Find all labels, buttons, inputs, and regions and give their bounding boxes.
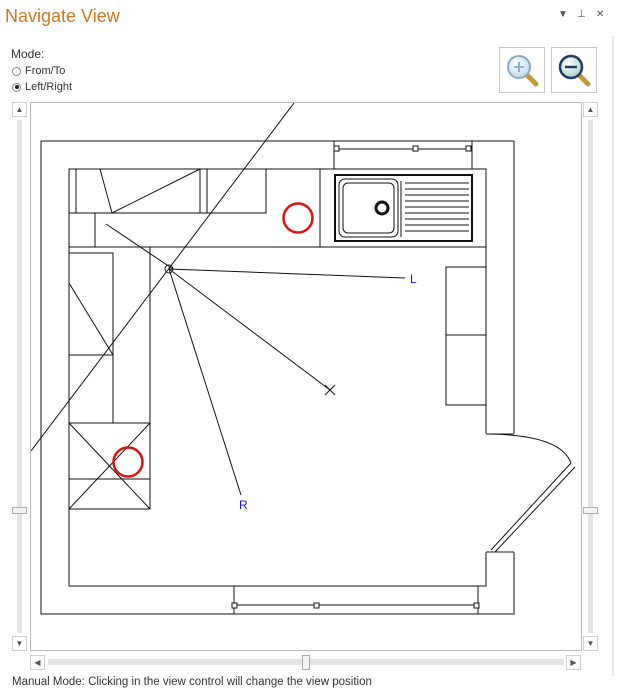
scroll-up-arrow[interactable]: ▲ [12, 102, 27, 117]
scroll-thumb[interactable] [302, 655, 310, 670]
marker-circle [112, 446, 144, 478]
label-right: R [239, 498, 248, 512]
zoom-out-button[interactable] [551, 47, 597, 93]
label-left: L [410, 272, 417, 286]
zoom-out-icon [558, 54, 591, 87]
counter-left [68, 246, 151, 480]
mode-option-left-right[interactable]: Left/Right [12, 81, 72, 93]
close-icon[interactable]: ✕ [596, 9, 604, 20]
inner-wall [68, 168, 487, 587]
mode-label: Mode: [11, 47, 45, 61]
window-top [333, 140, 473, 170]
mode-option-from-to[interactable]: From/To [12, 65, 65, 77]
zoom-in-button[interactable] [499, 47, 545, 93]
scroll-up-arrow[interactable]: ▲ [583, 102, 598, 117]
pin-icon[interactable]: ⊥ [577, 9, 586, 20]
dropdown-icon[interactable]: ▼ [558, 9, 568, 20]
sink-cabinet [319, 168, 487, 248]
mode-option-label: From/To [25, 65, 66, 77]
title-bar: Navigate View ▼ ⊥ ✕ [0, 0, 617, 36]
window-title: Navigate View [5, 6, 120, 26]
panel-border [612, 36, 614, 676]
scroll-right-arrow[interactable]: ▶ [566, 655, 581, 670]
status-text: Manual Mode: Clicking in the view contro… [12, 676, 372, 688]
scroll-thumb[interactable] [12, 507, 27, 514]
window-bottom [233, 585, 479, 615]
marker-circle [282, 202, 314, 234]
scroll-thumb[interactable] [583, 507, 598, 514]
floor-plan[interactable]: L R [31, 103, 582, 651]
cabinet-right [445, 266, 487, 406]
scroll-down-arrow[interactable]: ▼ [583, 636, 598, 651]
zoom-in-icon [507, 55, 539, 87]
scroll-track[interactable] [588, 120, 593, 633]
right-scrollbar[interactable]: ▲ ▼ [582, 102, 599, 651]
left-scrollbar[interactable]: ▲ ▼ [11, 102, 28, 651]
mode-option-label: Left/Right [25, 81, 73, 93]
radio-left-right[interactable] [12, 82, 21, 92]
navigate-view-canvas[interactable]: L R [30, 102, 582, 651]
radio-from-to[interactable] [12, 66, 21, 76]
scroll-down-arrow[interactable]: ▼ [12, 636, 27, 651]
scroll-track[interactable] [17, 120, 22, 633]
scroll-left-arrow[interactable]: ◀ [30, 655, 45, 670]
horizontal-scrollbar[interactable]: ◀ ▶ [30, 654, 582, 671]
